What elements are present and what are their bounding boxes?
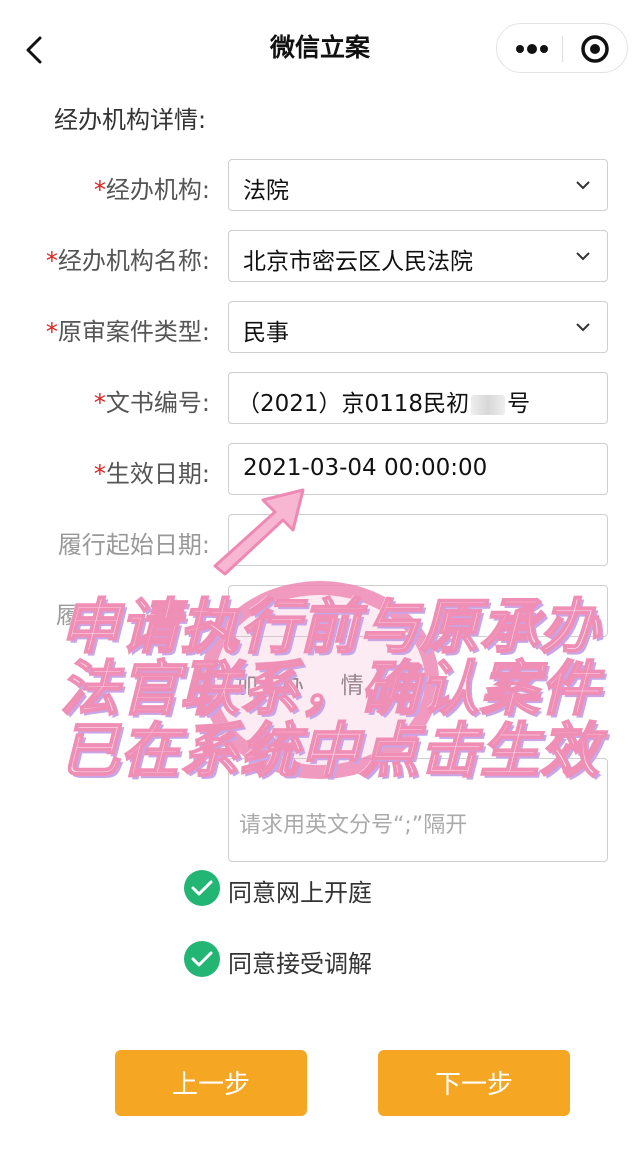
org-value: 法院	[243, 178, 289, 204]
chevron-down-icon	[576, 252, 590, 261]
effective-date-value: 2021-03-04 00:00:00	[243, 455, 488, 481]
perform-start-label: 履行起始日期:	[57, 531, 210, 559]
more-dots-icon	[516, 44, 548, 54]
mediation-label: 同意接受调解	[228, 950, 372, 978]
case-type-label: *原审案件类型:	[45, 318, 210, 346]
online-hearing-label: 同意网上开庭	[228, 879, 372, 907]
case-type-select[interactable]: 民事	[228, 301, 608, 353]
annotation-line: 法官联系，确认案件	[59, 654, 600, 723]
org-name-select[interactable]: 北京市密云区人民法院	[228, 230, 608, 282]
doc-no-input[interactable]: （2021）京0118民初号	[228, 372, 608, 424]
arrow-icon	[213, 488, 305, 576]
org-name-value: 北京市密云区人民法院	[243, 249, 473, 275]
close-button[interactable]	[579, 33, 611, 65]
doc-no-label: *文书编号:	[93, 389, 210, 417]
chevron-down-icon	[576, 323, 590, 332]
section-title: 经办机构详情:	[54, 106, 207, 134]
org-select[interactable]: 法院	[228, 159, 608, 211]
notes-placeholder: 请求用英文分号“;”隔开	[239, 813, 468, 838]
prev-step-button[interactable]: 上一步	[115, 1050, 307, 1116]
annotation-line: 已在系统中点击生效	[59, 716, 600, 785]
checkmark-icon	[191, 880, 213, 896]
online-hearing-checkbox[interactable]	[184, 870, 220, 906]
effective-date-label: *生效日期:	[93, 460, 210, 488]
next-step-button[interactable]: 下一步	[378, 1050, 570, 1116]
annotation-text: 申请执行前与原承办 法官联系，确认案件 已在系统中点击生效	[40, 592, 620, 785]
checkmark-icon	[191, 951, 213, 967]
org-name-label: *经办机构名称:	[45, 247, 210, 275]
capsule-divider	[562, 36, 563, 62]
mediation-checkbox[interactable]	[184, 941, 220, 977]
mini-program-capsule	[496, 23, 628, 73]
redacted-mark	[471, 394, 506, 415]
chevron-down-icon	[576, 181, 590, 190]
case-type-value: 民事	[243, 320, 289, 346]
org-label: *经办机构:	[93, 176, 210, 204]
doc-no-value: （2021）京0118民初号	[237, 391, 531, 417]
more-button[interactable]	[515, 36, 549, 62]
annotation-line: 申请执行前与原承办	[59, 592, 600, 661]
target-close-icon	[581, 35, 609, 63]
nav-bar: 微信立案	[0, 0, 640, 98]
